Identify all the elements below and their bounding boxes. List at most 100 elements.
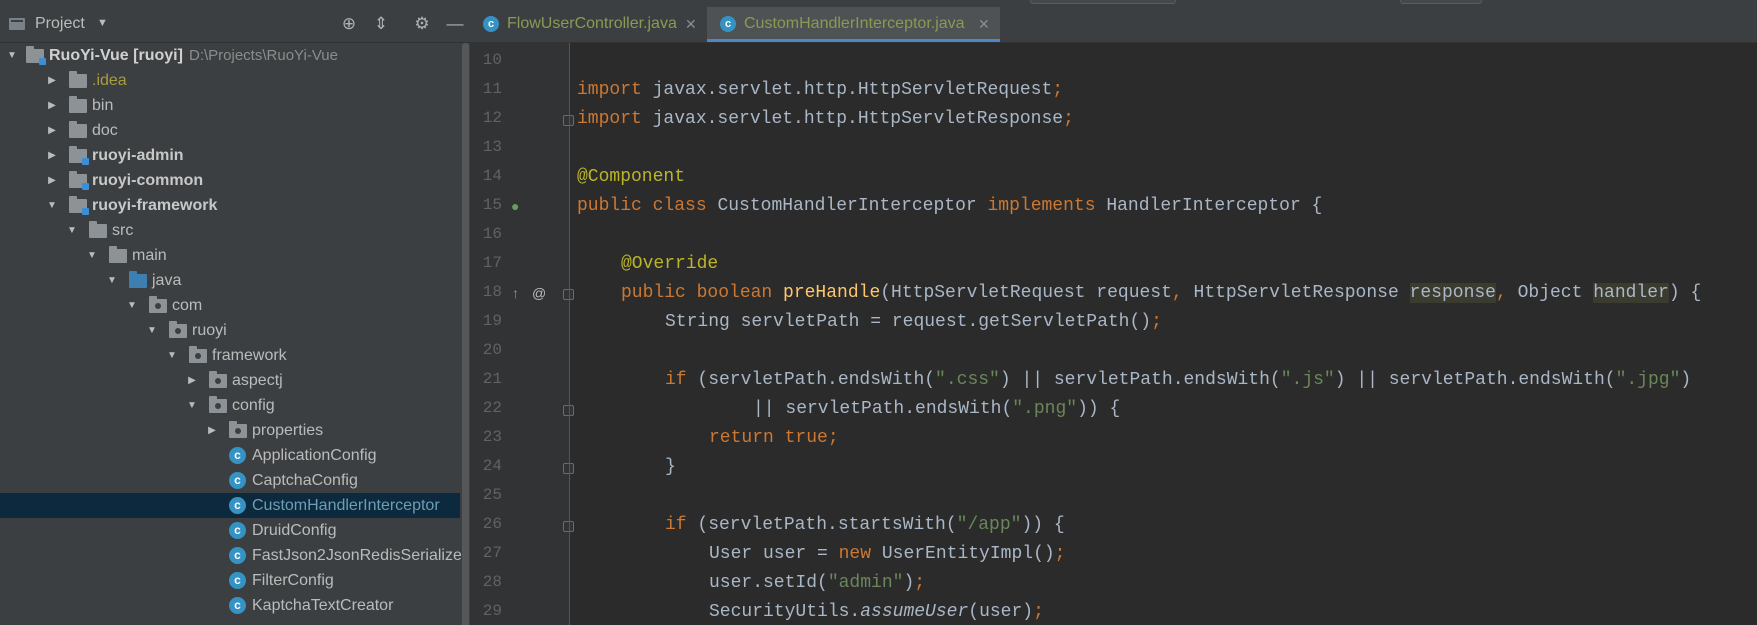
tree-item-label: ApplicationConfig bbox=[252, 447, 377, 464]
collapse-arrow-icon[interactable]: ▶ bbox=[186, 368, 198, 393]
tree-item[interactable]: ▼ framework bbox=[0, 343, 460, 368]
editor-tab[interactable]: c FlowUserController.java ✕ bbox=[470, 7, 707, 42]
tree-item-label: config bbox=[232, 397, 275, 414]
code-line[interactable]: String servletPath = request.getServletP… bbox=[665, 308, 1162, 337]
code-line[interactable]: } bbox=[665, 453, 676, 482]
tree-item-label: properties bbox=[252, 422, 324, 439]
code-line[interactable]: || servletPath.endsWith(".png")) { bbox=[753, 395, 1120, 424]
code-line[interactable]: import javax.servlet.http.HttpServletReq… bbox=[577, 76, 1063, 105]
expand-arrow-icon[interactable]: ▼ bbox=[186, 393, 198, 418]
code-line[interactable]: User user = new UserEntityImpl(); bbox=[709, 540, 1065, 569]
tree-item[interactable]: ▶ bin bbox=[0, 93, 460, 118]
folder-module-icon bbox=[26, 46, 46, 65]
close-tab-icon[interactable]: ✕ bbox=[978, 7, 990, 41]
folder-module-icon bbox=[69, 196, 89, 215]
collapse-arrow-icon[interactable]: ▶ bbox=[46, 118, 58, 143]
code-token: , bbox=[1495, 283, 1518, 303]
code-token: HandlerInterceptor { bbox=[1106, 196, 1323, 216]
minimize-icon[interactable]: — bbox=[444, 13, 466, 35]
collapse-arrow-icon[interactable]: ▶ bbox=[46, 143, 58, 168]
annotation-marker-icon[interactable]: @ bbox=[532, 285, 546, 301]
tree-item[interactable]: ▶ doc bbox=[0, 118, 460, 143]
code-editor[interactable]: 10 11 12 13 14 15 16 17 18 19 20 21 22 23 24 25 26 27 28 29… bbox=[470, 43, 1757, 625]
code-line[interactable]: @Component bbox=[577, 163, 685, 192]
tree-item[interactable]: ▼ RuoYi-Vue [ruoyi] D:\Projects\RuoYi-Vue bbox=[0, 43, 460, 68]
implements-method-icon[interactable]: ↑ bbox=[512, 285, 519, 301]
tree-item[interactable]: c FilterConfig bbox=[0, 568, 460, 593]
tree-item[interactable]: ▼ main bbox=[0, 243, 460, 268]
code-token: ) bbox=[903, 573, 915, 593]
collapse-arrow-icon[interactable]: ▶ bbox=[206, 418, 218, 443]
project-tool-window: Project ▼ ⊕ ⇕ ⚙ — ▼ RuoYi-Vue [ruoyi] D:\P… bbox=[0, 7, 470, 625]
collapse-all-icon[interactable]: ⇕ bbox=[370, 13, 392, 35]
tree-item[interactable]: ▼ ruoyi bbox=[0, 318, 460, 343]
expand-arrow-icon[interactable]: ▼ bbox=[166, 343, 178, 368]
expand-arrow-icon[interactable]: ▼ bbox=[86, 243, 98, 268]
tree-item[interactable]: c DruidConfig bbox=[0, 518, 460, 543]
line-number: 21 bbox=[482, 370, 502, 388]
project-panel-title[interactable]: Project bbox=[35, 15, 85, 33]
tree-item[interactable]: ▼ src bbox=[0, 218, 460, 243]
project-tree-scrollbar[interactable] bbox=[461, 43, 470, 625]
java-class-icon: c bbox=[229, 547, 246, 564]
code-token: ) { bbox=[1668, 283, 1702, 303]
tree-item-label: aspectj bbox=[232, 372, 283, 389]
tree-item[interactable]: ▶ aspectj bbox=[0, 368, 460, 393]
tree-item[interactable]: ▼ com bbox=[0, 293, 460, 318]
code-token: HttpServletResponse bbox=[1193, 283, 1410, 303]
tree-item-label: bin bbox=[92, 97, 114, 114]
code-line[interactable]: user.setId("admin"); bbox=[709, 569, 925, 598]
run-config-selector[interactable] bbox=[1030, 0, 1176, 4]
tree-item[interactable]: ▼ java bbox=[0, 268, 460, 293]
tree-item-path: D:\Projects\RuoYi-Vue bbox=[189, 47, 338, 64]
close-tab-icon[interactable]: ✕ bbox=[685, 7, 697, 41]
code-line[interactable]: import javax.servlet.http.HttpServletRes… bbox=[577, 105, 1074, 134]
tree-item[interactable]: c FastJson2JsonRedisSerialize bbox=[0, 543, 462, 568]
code-line[interactable]: public class CustomHandlerInterceptor im… bbox=[577, 192, 1322, 221]
expand-arrow-icon[interactable]: ▼ bbox=[146, 318, 158, 343]
tree-item[interactable]: c ApplicationConfig bbox=[0, 443, 460, 468]
tree-item[interactable]: ▶ ruoyi-admin bbox=[0, 143, 460, 168]
tree-item[interactable]: c CustomHandlerInterceptor bbox=[0, 493, 460, 518]
folder-icon bbox=[109, 246, 127, 263]
expand-arrow-icon[interactable]: ▼ bbox=[6, 43, 18, 68]
tree-item[interactable]: ▼ ruoyi-framework bbox=[0, 193, 460, 218]
code-token: SecurityUtils. bbox=[709, 602, 861, 622]
tree-item[interactable]: ▶ .idea bbox=[0, 68, 460, 93]
code-line[interactable]: @Override bbox=[621, 250, 718, 279]
code-line[interactable]: public boolean preHandle(HttpServletRequ… bbox=[621, 279, 1701, 308]
code-token: ".jpg" bbox=[1615, 370, 1681, 390]
collapse-arrow-icon[interactable]: ▶ bbox=[46, 68, 58, 93]
expand-arrow-icon[interactable]: ▼ bbox=[66, 218, 78, 243]
expand-arrow-icon[interactable]: ▼ bbox=[106, 268, 118, 293]
tree-item[interactable]: c KaptchaTextCreator bbox=[0, 593, 460, 618]
code-line[interactable]: if (servletPath.endsWith(".css") || serv… bbox=[665, 366, 1691, 395]
tree-item-label: CaptchaConfig bbox=[252, 472, 358, 489]
line-number: 28 bbox=[482, 573, 502, 591]
editor-tab[interactable]: c CustomHandlerInterceptor.java ✕ bbox=[707, 7, 1000, 42]
code-token: ; bbox=[914, 573, 926, 593]
tree-item[interactable]: ▶ ruoyi-common bbox=[0, 168, 460, 193]
line-number: 19 bbox=[482, 312, 502, 330]
expand-arrow-icon[interactable]: ▼ bbox=[126, 293, 138, 318]
dropdown-caret-icon[interactable]: ▼ bbox=[97, 17, 108, 29]
expand-arrow-icon[interactable]: ▼ bbox=[46, 193, 58, 218]
collapse-arrow-icon[interactable]: ▶ bbox=[46, 93, 58, 118]
code-token: assumeUser bbox=[860, 602, 969, 622]
scrollbar-thumb[interactable] bbox=[462, 43, 469, 625]
code-line[interactable]: SecurityUtils.assumeUser(user); bbox=[709, 598, 1044, 625]
tree-item[interactable]: c CaptchaConfig bbox=[0, 468, 460, 493]
tree-item[interactable]: ▼ config bbox=[0, 393, 460, 418]
collapse-arrow-icon[interactable]: ▶ bbox=[46, 168, 58, 193]
gear-icon[interactable]: ⚙ bbox=[411, 13, 433, 35]
spring-bean-icon[interactable]: ● bbox=[511, 198, 519, 214]
code-token: ".css" bbox=[935, 370, 1000, 390]
package-icon bbox=[209, 396, 227, 413]
code-token: CustomHandlerInterceptor bbox=[717, 196, 988, 216]
code-line[interactable]: return true; bbox=[709, 424, 839, 453]
toolbar-search-box[interactable] bbox=[1400, 0, 1482, 4]
code-token: javax.servlet.http.HttpServletRequest bbox=[652, 80, 1053, 100]
locate-icon[interactable]: ⊕ bbox=[338, 13, 360, 35]
tree-item[interactable]: ▶ properties bbox=[0, 418, 460, 443]
code-line[interactable]: if (servletPath.startsWith("/app")) { bbox=[665, 511, 1065, 540]
